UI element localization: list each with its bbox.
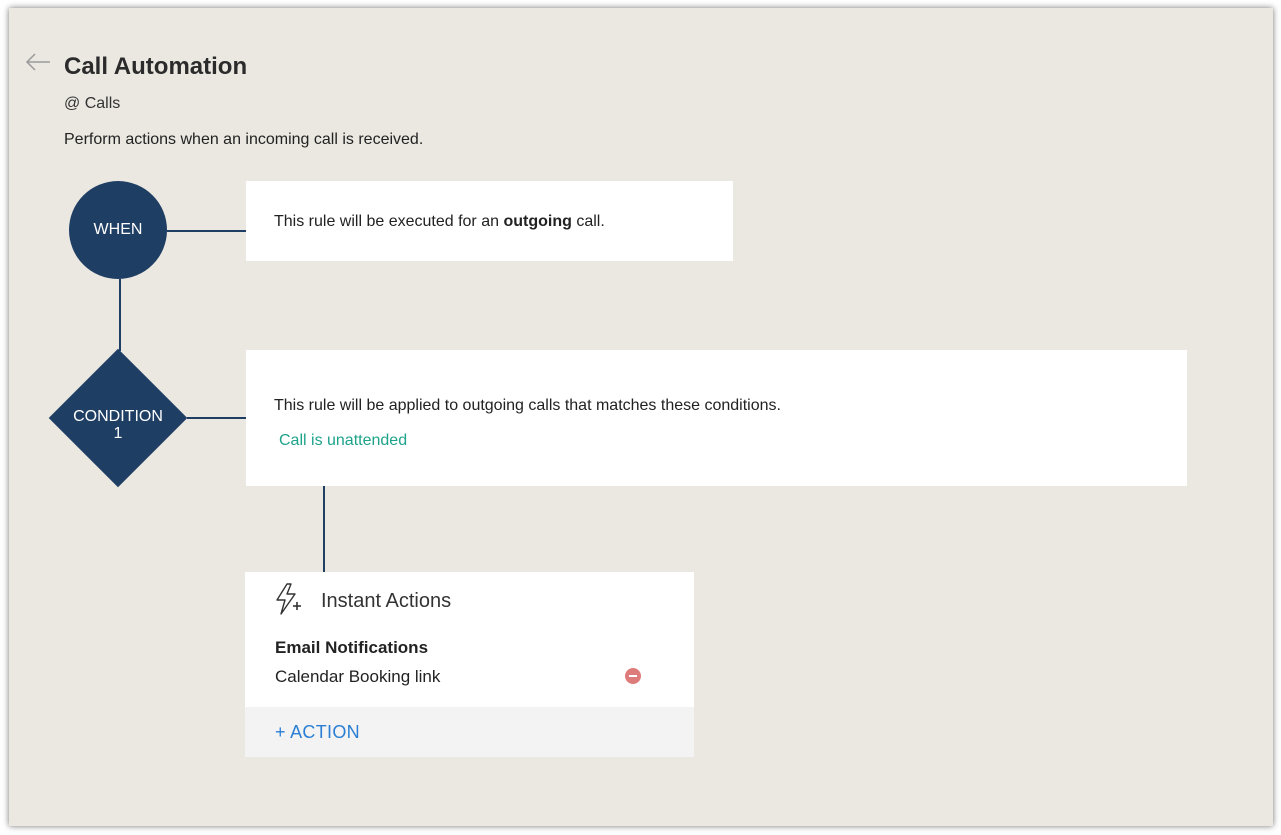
page-description: Perform actions when an incoming call is… (64, 131, 424, 148)
when-text-bold: outgoing (503, 213, 572, 230)
email-notification-item: Calendar Booking link (275, 667, 441, 686)
condition-card[interactable]: This rule will be applied to outgoing ca… (246, 350, 1187, 486)
when-text-after: call. (571, 213, 605, 230)
condition-connector (187, 417, 246, 419)
remove-circle-icon[interactable] (625, 668, 641, 684)
condition-node-number: 1 (113, 425, 123, 442)
instant-actions-card: Instant Actions Email Notifications Cale… (245, 572, 694, 757)
condition-node-title: CONDITION (73, 408, 163, 425)
automation-panel: Call Automation @ Calls Perform actions … (9, 8, 1273, 826)
when-node-label: WHEN (93, 221, 143, 238)
when-text-before: This rule will be executed for an (274, 213, 504, 230)
vertical-connector (119, 279, 121, 351)
when-description: This rule will be executed for an outgoi… (274, 213, 605, 231)
condition-item[interactable]: Call is unattended (279, 432, 407, 450)
lightning-plus-icon (276, 583, 301, 615)
email-notifications-title: Email Notifications (275, 638, 429, 657)
page-subtitle: @ Calls (64, 95, 121, 112)
when-connector (167, 230, 246, 232)
condition-node-label: CONDITION 1 (58, 408, 178, 442)
back-arrow-icon[interactable] (25, 52, 51, 72)
action-connector (323, 486, 325, 572)
when-card[interactable]: This rule will be executed for an outgoi… (246, 181, 733, 261)
action-footer: + ACTION (245, 707, 694, 757)
page-title: Call Automation (64, 53, 248, 80)
when-node: WHEN (69, 181, 167, 279)
instant-actions-title: Instant Actions (321, 590, 452, 612)
add-action-button[interactable]: + ACTION (275, 722, 360, 743)
condition-description: This rule will be applied to outgoing ca… (274, 397, 781, 414)
